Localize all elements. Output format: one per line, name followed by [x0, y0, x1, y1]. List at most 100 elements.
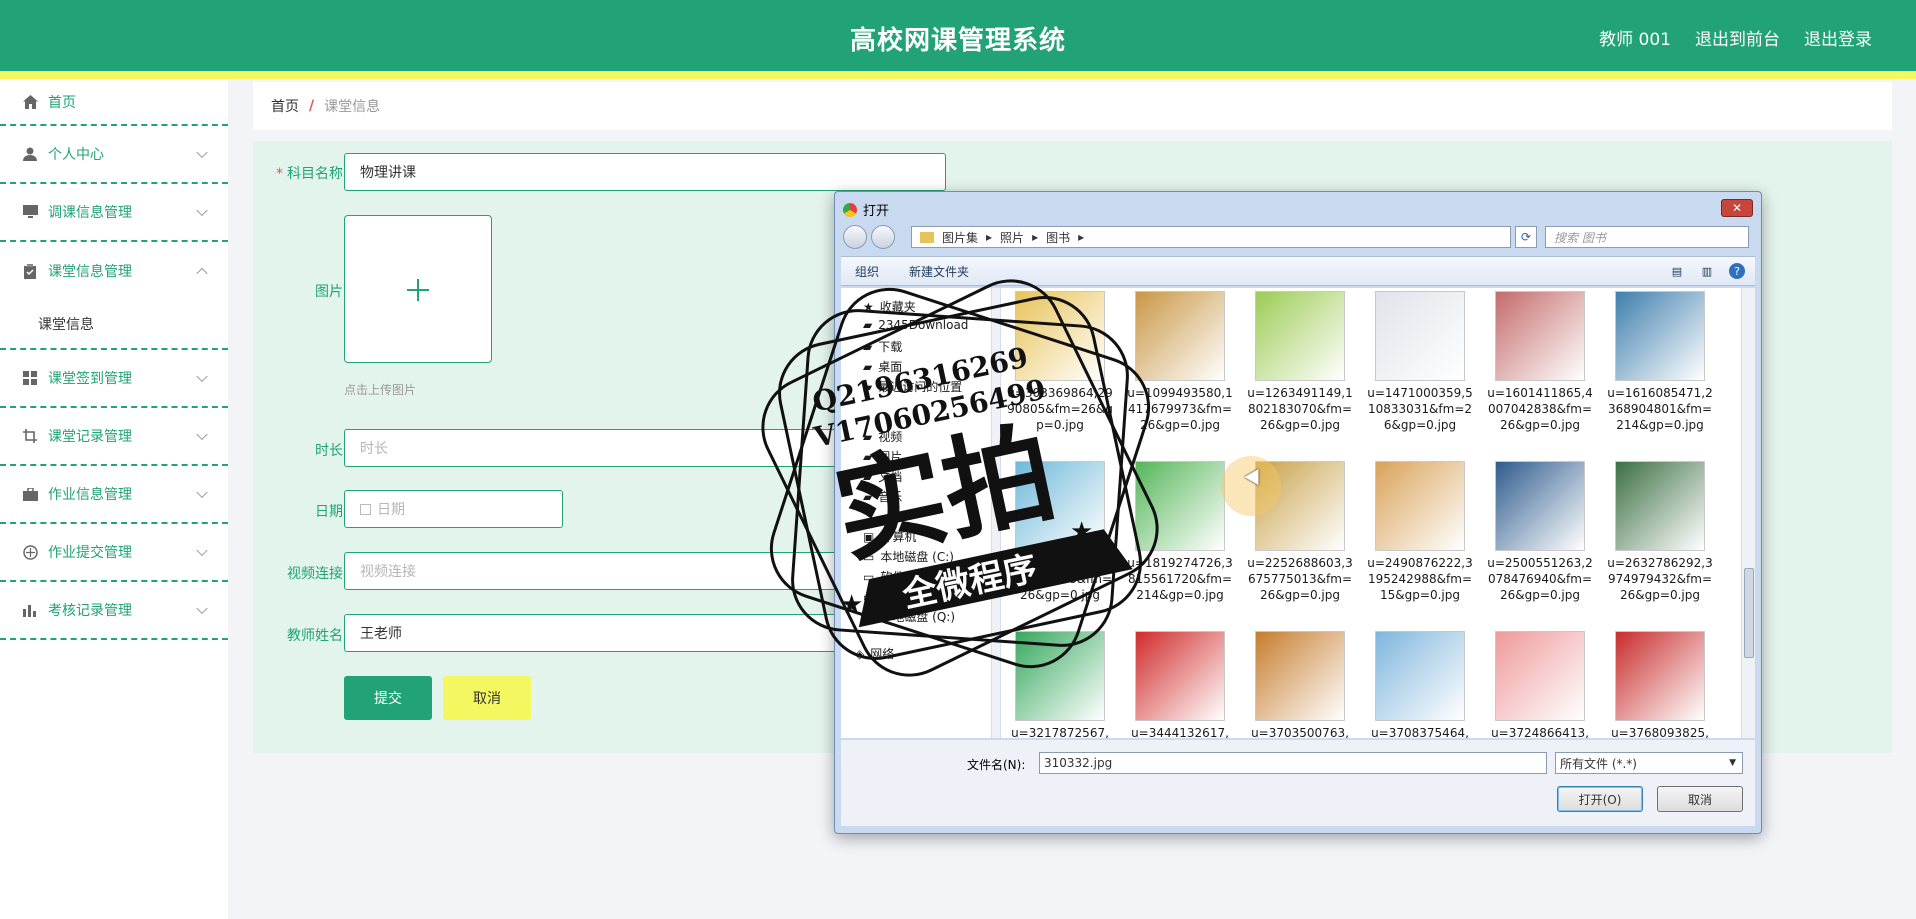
file-item[interactable]: u=2490876222,3195242988&fm=15&gp=0.jpg	[1365, 461, 1475, 603]
clipboard-icon	[22, 263, 38, 279]
file-thumbnail	[1135, 631, 1225, 721]
briefcase-icon	[22, 486, 38, 502]
monitor-icon	[22, 204, 38, 220]
file-item[interactable]: u=3724866413,	[1485, 631, 1595, 738]
nav-scrollbar[interactable]	[991, 288, 1000, 738]
path-segment[interactable]: 图片集	[942, 229, 978, 246]
chevron-down-icon	[196, 146, 208, 159]
network-icon: ◈	[855, 646, 865, 661]
sidebar-item-checkin[interactable]: 课堂签到管理	[0, 350, 228, 408]
chevron-down-icon	[196, 486, 208, 499]
path-segment[interactable]: 图书	[1046, 229, 1070, 246]
help-icon[interactable]: ?	[1729, 263, 1745, 279]
scrollbar-thumb[interactable]	[1744, 568, 1754, 658]
sidebar-item-class-record[interactable]: 课堂记录管理	[0, 408, 228, 466]
date-picker[interactable]: 日期	[344, 490, 563, 528]
organize-menu[interactable]: 组织	[855, 263, 879, 280]
sidebar-item-homework[interactable]: 作业信息管理	[0, 466, 228, 524]
crop-icon	[22, 428, 38, 444]
submit-button[interactable]: 提交	[344, 676, 432, 720]
nav-item-favorites[interactable]: ★ 收藏夹	[863, 298, 916, 315]
file-item[interactable]: u=1616085471,2368904801&fm=214&gp=0.jpg	[1605, 291, 1715, 433]
file-thumbnail	[1375, 631, 1465, 721]
user-link[interactable]: 教师 001	[1599, 25, 1671, 50]
file-thumbnail	[1015, 631, 1105, 721]
file-list-scrollbar[interactable]	[1741, 288, 1755, 738]
filetype-select[interactable]: 所有文件 (*.*) ▼	[1555, 752, 1743, 774]
file-item[interactable]: u=3217872567,	[1005, 631, 1115, 738]
search-input[interactable]: 搜索 图书	[1545, 226, 1749, 248]
breadcrumb-separator: /	[309, 98, 315, 114]
nav-item[interactable]: ▰ 桌面	[863, 358, 902, 375]
file-item[interactable]: u=3444132617,	[1125, 631, 1235, 738]
folder-icon: ▰	[863, 429, 873, 444]
submenu-item-class-info[interactable]: 课堂信息	[0, 300, 228, 350]
preview-pane-icon[interactable]: ▥	[1699, 263, 1715, 279]
file-item[interactable]: u=3768093825,	[1605, 631, 1715, 738]
sidebar-item-class-info[interactable]: 课堂信息管理	[0, 242, 228, 300]
nav-item[interactable]: ▰ 2345Download	[863, 318, 968, 332]
file-item[interactable]: u=1819274726,3815561720&fm=214&gp=0.jpg	[1125, 461, 1235, 603]
duration-input[interactable]: 时长	[344, 429, 904, 467]
file-item[interactable]: u=1471000359,510833031&fm=26&gp=0.jpg	[1365, 291, 1475, 433]
nav-item-network[interactable]: ◈ 网络	[855, 645, 894, 662]
back-to-frontend-link[interactable]: 退出到前台	[1695, 25, 1780, 50]
cancel-button[interactable]: 取消	[443, 676, 531, 720]
sidebar-item-label: 考核记录管理	[48, 603, 132, 619]
file-item[interactable]: u=303369864,2990805&fm=26&gp=0.jpg	[1005, 291, 1115, 433]
nav-item[interactable]: ▭ 文档 (E:)	[863, 588, 929, 605]
duration-label: 时长	[315, 443, 343, 459]
filename-input[interactable]: 310332.jpg	[1039, 752, 1547, 774]
close-icon[interactable]: ✕	[1721, 199, 1753, 217]
sidebar-item-home[interactable]: 首页	[0, 79, 228, 126]
grid-icon	[22, 370, 38, 386]
dialog-cancel-button[interactable]: 取消	[1657, 786, 1743, 812]
file-item[interactable]: u=2632786292,3974979432&fm=26&gp=0.jpg	[1605, 461, 1715, 603]
file-item[interactable]: u=1099493580,1417679973&fm=26&gp=0.jpg	[1125, 291, 1235, 433]
nav-item[interactable]: ▣ 计算机	[863, 528, 916, 545]
chevron-down-icon	[196, 544, 208, 557]
nav-item[interactable]: ▭ 软件 (D:)	[863, 568, 931, 585]
address-bar[interactable]: 图片集 ▸ 照片 ▸ 图书 ▸	[911, 226, 1511, 248]
nav-item[interactable]: ▭ 本地磁盘 (Q:)	[863, 608, 955, 625]
image-label: 图片	[315, 284, 343, 300]
chevron-up-icon	[196, 267, 208, 280]
video-input[interactable]: 视频连接	[344, 552, 904, 590]
nav-item[interactable]: ▰ 最近访问的位置	[863, 378, 962, 395]
sidebar-item-assessment[interactable]: 考核记录管理	[0, 582, 228, 640]
path-segment[interactable]: 照片	[1000, 229, 1024, 246]
folder-icon: ▰	[863, 379, 873, 394]
file-item[interactable]: u=3703500763,	[1245, 631, 1355, 738]
teacher-input[interactable]: 王老师	[344, 614, 904, 652]
file-item[interactable]: u=1263491149,1802183070&fm=26&gp=0.jpg	[1245, 291, 1355, 433]
nav-item[interactable]: ▰ 图片	[863, 448, 902, 465]
navigation-pane: ★ 收藏夹 ▰ 2345Download ▰ 下载 ▰ 桌面 ▰ 最近访问的位置 ▰ 视频 …	[841, 288, 1001, 738]
file-item[interactable]: u=1601411865,4007042838&fm=26&gp=0.jpg	[1485, 291, 1595, 433]
view-icon[interactable]: ▤	[1669, 263, 1685, 279]
subject-input[interactable]: 物理讲课	[344, 153, 946, 191]
sidebar-item-personal-center[interactable]: 个人中心	[0, 126, 228, 184]
nav-item[interactable]: ▭ 本地磁盘 (C:)	[863, 548, 954, 565]
sidebar-item-schedule[interactable]: 调课信息管理	[0, 184, 228, 242]
sidebar-item-label: 作业信息管理	[48, 487, 132, 503]
back-button[interactable]	[843, 225, 867, 249]
forward-button[interactable]	[871, 225, 895, 249]
drive-icon: ▭	[863, 549, 875, 564]
file-item[interactable]: u=3708375464,	[1365, 631, 1475, 738]
nav-item[interactable]: ▰ 音乐	[863, 488, 902, 505]
file-item[interactable]: u=2500551263,2078476940&fm=26&gp=0.jpg	[1485, 461, 1595, 603]
logout-link[interactable]: 退出登录	[1804, 25, 1872, 50]
nav-item[interactable]: ▰ 视频	[863, 428, 902, 445]
star-icon: ★	[863, 299, 874, 314]
sidebar-item-submission[interactable]: 作业提交管理	[0, 524, 228, 582]
new-folder-button[interactable]: 新建文件夹	[909, 263, 969, 280]
image-upload-button[interactable]	[344, 215, 492, 363]
file-item[interactable]: u=1771332299,3015606998&fm=26&gp=0.jpg	[1005, 461, 1115, 603]
video-label: 视频连接	[287, 566, 343, 582]
refresh-icon[interactable]: ⟳	[1515, 226, 1537, 248]
folder-icon: ▰	[863, 359, 873, 374]
open-button[interactable]: 打开(O)	[1557, 786, 1643, 812]
nav-item[interactable]: ▰ 下载	[863, 338, 902, 355]
nav-item[interactable]: ▰ 文档	[863, 468, 902, 485]
breadcrumb-home[interactable]: 首页	[271, 96, 299, 116]
